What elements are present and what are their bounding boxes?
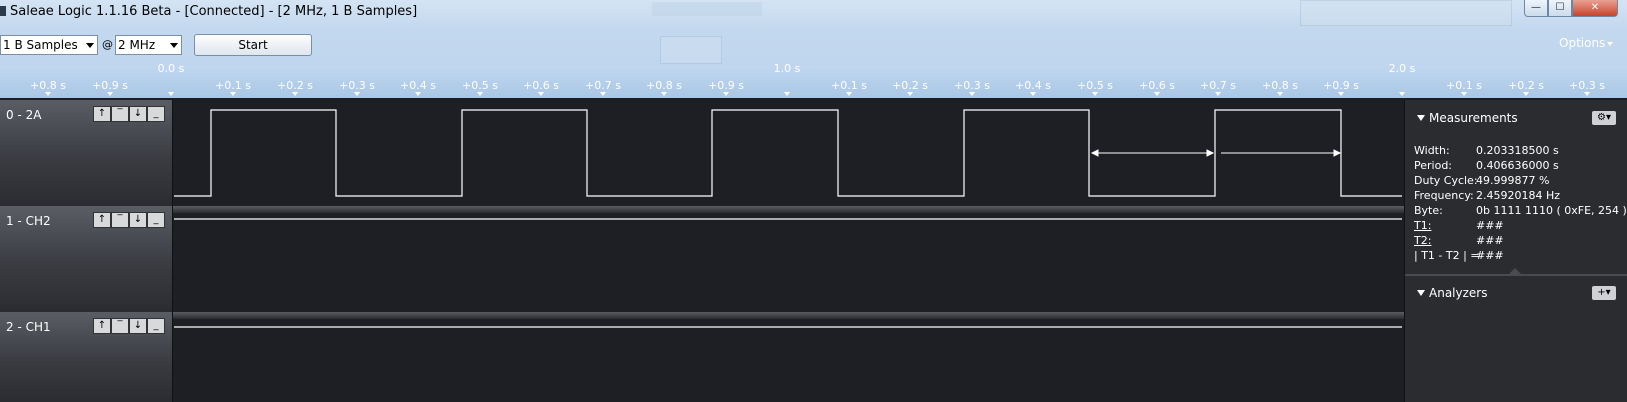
options-menu[interactable]: Options bbox=[1559, 36, 1614, 50]
measurement-value: ### bbox=[1476, 234, 1504, 247]
ruler-minor-label: +0.3 s bbox=[1569, 79, 1605, 92]
measurements-header[interactable]: Measurements ⚙▾ bbox=[1405, 107, 1627, 129]
chevron-down-icon bbox=[1607, 41, 1614, 46]
measurement-label: Frequency: bbox=[1414, 189, 1474, 202]
measurement-label[interactable]: T1: bbox=[1414, 219, 1431, 232]
measurement-row: Frequency: 2.45920184 Hz bbox=[1414, 189, 1560, 202]
collapse-triangle-icon[interactable] bbox=[1417, 290, 1425, 296]
measurement-row: T2: ### bbox=[1414, 234, 1504, 247]
ruler-tick bbox=[1461, 92, 1467, 96]
collapse-triangle-icon[interactable] bbox=[1417, 115, 1425, 121]
period-marker bbox=[1221, 149, 1342, 157]
ruler-tick bbox=[1584, 92, 1590, 96]
measurement-value: ### bbox=[1476, 219, 1504, 232]
measurement-row: | T1 - T2 | = ### bbox=[1414, 249, 1504, 262]
add-analyzer-icon[interactable]: +▾ bbox=[1592, 286, 1616, 300]
measurement-value: 0b 1111 1110 ( 0xFE, 254 ) bbox=[1476, 204, 1627, 217]
ruler-minor-label: +0.2 s bbox=[1508, 79, 1544, 92]
measurement-value: ### bbox=[1476, 249, 1504, 262]
minimize-button[interactable]: — bbox=[1524, 0, 1548, 17]
panel-divider bbox=[1405, 274, 1627, 276]
measurements-panel: Measurements ⚙▾ Width: 0.203318500 s Perio… bbox=[1404, 100, 1627, 402]
measurement-row: Byte: 0b 1111 1110 ( 0xFE, 254 ) bbox=[1414, 204, 1627, 217]
divider-notch bbox=[1509, 268, 1521, 274]
measurement-row: T1: ### bbox=[1414, 219, 1504, 232]
measurement-value: 2.45920184 Hz bbox=[1476, 189, 1561, 202]
measurement-label: Duty Cycle: bbox=[1414, 174, 1478, 187]
gear-icon[interactable]: ⚙▾ bbox=[1592, 111, 1616, 125]
ruler-tick bbox=[1523, 92, 1529, 96]
measurement-value: 0.203318500 s bbox=[1476, 144, 1559, 157]
channel-0-signal bbox=[174, 109, 1402, 197]
close-button[interactable]: ✕ bbox=[1572, 0, 1618, 17]
options-label: Options bbox=[1559, 36, 1606, 50]
analyzers-title: Analyzers bbox=[1429, 286, 1488, 300]
maximize-button[interactable]: ☐ bbox=[1548, 0, 1572, 17]
width-marker bbox=[1090, 149, 1215, 157]
measurement-row: Duty Cycle: 49.999877 % bbox=[1414, 174, 1549, 187]
analyzers-header[interactable]: Analyzers +▾ bbox=[1405, 282, 1627, 304]
measurement-row: Width: 0.203318500 s bbox=[1414, 144, 1559, 157]
measurement-label: Byte: bbox=[1414, 204, 1443, 217]
ruler-minor-label: +0.1 s bbox=[1446, 79, 1482, 92]
measurement-label: Period: bbox=[1414, 159, 1453, 172]
measurements-title: Measurements bbox=[1429, 111, 1518, 125]
measurement-value: 0.406636000 s bbox=[1476, 159, 1559, 172]
measurement-label: Width: bbox=[1414, 144, 1450, 157]
waveform-canvas bbox=[174, 109, 1402, 328]
measurement-row: Period: 0.406636000 s bbox=[1414, 159, 1559, 172]
measurement-label[interactable]: T2: bbox=[1414, 234, 1431, 247]
measurement-value: 49.999877 % bbox=[1476, 174, 1550, 187]
measurement-label: | T1 - T2 | = bbox=[1414, 249, 1480, 262]
